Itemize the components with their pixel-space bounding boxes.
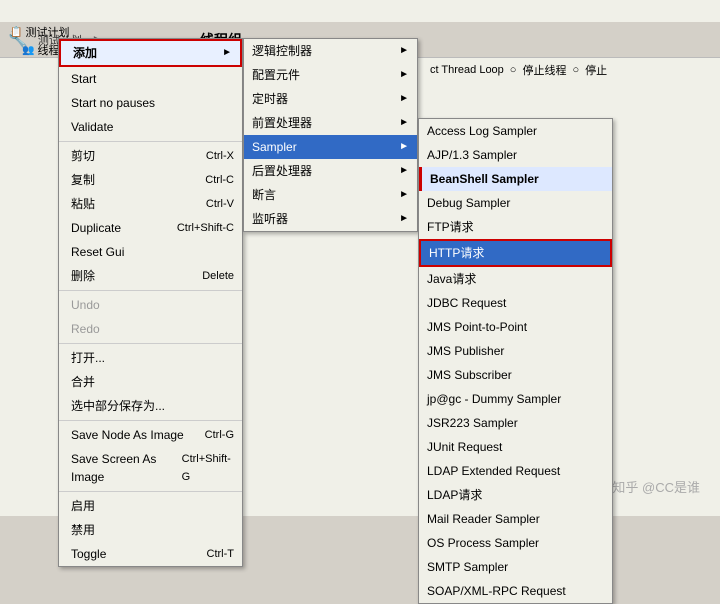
separator-2 <box>59 290 242 291</box>
menu-item-cut[interactable]: 剪切 Ctrl-X <box>59 144 242 168</box>
menu-item-save-node-image[interactable]: Save Node As Image Ctrl-G <box>59 423 242 447</box>
menu-item-paste[interactable]: 粘贴 Ctrl-V <box>59 192 242 216</box>
sampler-soap[interactable]: SOAP/XML-RPC Request <box>419 579 612 603</box>
menu-item-logic-controller[interactable]: 逻辑控制器 ► <box>244 39 417 63</box>
menu-item-save-selection[interactable]: 选中部分保存为... <box>59 394 242 418</box>
logic-controller-arrow: ► <box>399 42 409 60</box>
sampler-arrow: ► <box>399 138 409 156</box>
sampler-debug[interactable]: Debug Sampler <box>419 191 612 215</box>
add-arrow-icon: ► <box>222 44 232 62</box>
menu-item-save-screen-image[interactable]: Save Screen As Image Ctrl+Shift-G <box>59 447 242 489</box>
menu-item-listener[interactable]: 监听器 ► <box>244 207 417 231</box>
menu-item-start-no-pauses[interactable]: Start no pauses <box>59 91 242 115</box>
timer-arrow: ► <box>399 90 409 108</box>
menu-item-timer[interactable]: 定时器 ► <box>244 87 417 111</box>
listener-arrow: ► <box>399 210 409 228</box>
menu-item-enable[interactable]: 启用 <box>59 494 242 518</box>
menu-item-delete[interactable]: 删除 Delete <box>59 264 242 288</box>
menu-item-post-processor[interactable]: 后置处理器 ► <box>244 159 417 183</box>
menu-item-duplicate[interactable]: Duplicate Ctrl+Shift-C <box>59 216 242 240</box>
separator-1 <box>59 141 242 142</box>
context-menu-1: 添加 ► Start Start no pauses Validate 剪切 C… <box>58 38 243 567</box>
menu-item-sampler[interactable]: Sampler ► <box>244 135 417 159</box>
assertion-arrow: ► <box>399 186 409 204</box>
sampler-jdbc[interactable]: JDBC Request <box>419 291 612 315</box>
config-element-arrow: ► <box>399 66 409 84</box>
sampler-beanshell[interactable]: BeanShell Sampler <box>419 167 612 191</box>
menu-item-disable[interactable]: 禁用 <box>59 518 242 542</box>
sampler-ftp[interactable]: FTP请求 <box>419 215 612 239</box>
sampler-junit[interactable]: JUnit Request <box>419 435 612 459</box>
sampler-mail-reader[interactable]: Mail Reader Sampler <box>419 507 612 531</box>
menu-item-redo: Redo <box>59 317 242 341</box>
menu-item-merge[interactable]: 合并 <box>59 370 242 394</box>
sampler-smtp[interactable]: SMTP Sampler <box>419 555 612 579</box>
menu-item-pre-processor[interactable]: 前置处理器 ► <box>244 111 417 135</box>
menu-item-open[interactable]: 打开... <box>59 346 242 370</box>
menu-item-toggle[interactable]: Toggle Ctrl-T <box>59 542 242 566</box>
sampler-jms-p2p[interactable]: JMS Point-to-Point <box>419 315 612 339</box>
sampler-ldap-extended[interactable]: LDAP Extended Request <box>419 459 612 483</box>
sampler-access-log[interactable]: Access Log Sampler <box>419 119 612 143</box>
menu-item-reset-gui[interactable]: Reset Gui <box>59 240 242 264</box>
sampler-jpgc[interactable]: jp@gc - Dummy Sampler <box>419 387 612 411</box>
menu-item-undo: Undo <box>59 293 242 317</box>
separator-5 <box>59 491 242 492</box>
sampler-os-process[interactable]: OS Process Sampler <box>419 531 612 555</box>
context-menu-3-sampler: Access Log Sampler AJP/1.3 Sampler BeanS… <box>418 118 613 604</box>
menu-item-validate[interactable]: Validate <box>59 115 242 139</box>
sampler-jms-publisher[interactable]: JMS Publisher <box>419 339 612 363</box>
separator-4 <box>59 420 242 421</box>
post-processor-arrow: ► <box>399 162 409 180</box>
menu-item-copy[interactable]: 复制 Ctrl-C <box>59 168 242 192</box>
menu-item-add[interactable]: 添加 ► <box>59 39 242 67</box>
sampler-http[interactable]: HTTP请求 <box>419 239 612 267</box>
sampler-java[interactable]: Java请求 <box>419 267 612 291</box>
watermark: 知乎 @CC是谁 <box>612 477 700 496</box>
separator-3 <box>59 343 242 344</box>
menu-item-assertion[interactable]: 断言 ► <box>244 183 417 207</box>
menu-item-start[interactable]: Start <box>59 67 242 91</box>
sampler-jsr223[interactable]: JSR223 Sampler <box>419 411 612 435</box>
sampler-ldap[interactable]: LDAP请求 <box>419 483 612 507</box>
sampler-jms-subscriber[interactable]: JMS Subscriber <box>419 363 612 387</box>
pre-processor-arrow: ► <box>399 114 409 132</box>
sampler-ajp[interactable]: AJP/1.3 Sampler <box>419 143 612 167</box>
context-menu-2: 逻辑控制器 ► 配置元件 ► 定时器 ► 前置处理器 ► Sampler ► 后… <box>243 38 418 232</box>
thread-controls: ct Thread Loop ○ 停止线程 ○ 停止 <box>430 62 607 78</box>
menu-item-config-element[interactable]: 配置元件 ► <box>244 63 417 87</box>
